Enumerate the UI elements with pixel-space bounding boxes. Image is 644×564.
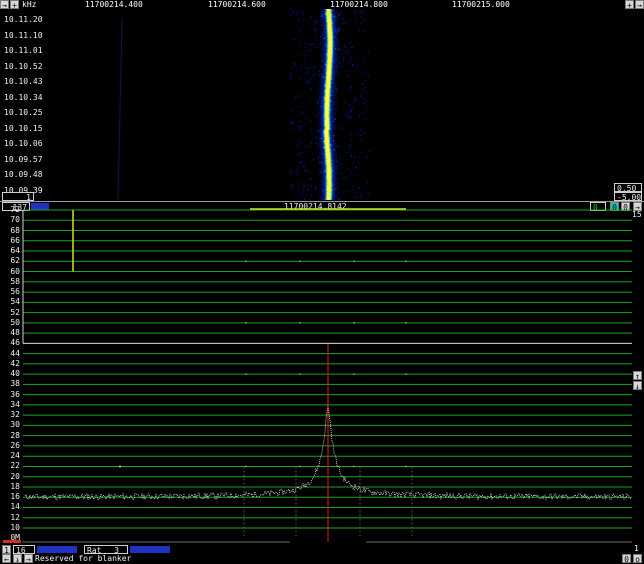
freq-tick-label: 11700214.400: [84, 0, 144, 9]
marker-dot: [405, 322, 407, 324]
bottom-left-arrow-button[interactable]: ←: [2, 554, 11, 564]
y-axis-tick-label: 66: [10, 235, 20, 245]
y-axis-tick-label: 34: [10, 399, 20, 409]
bottom-toolbar: 1 16 Rat 3 1 ← ↓ → Reserved for blanker …: [0, 544, 644, 564]
marker-dot: [245, 465, 247, 468]
y-axis-tick-label: 38: [10, 379, 20, 389]
marker-dot: [353, 260, 355, 262]
freq-tick-label: 11700214.600: [207, 0, 267, 9]
bottom-zero-button[interactable]: 0: [622, 554, 631, 564]
freq-tick-label: 11700214.800: [329, 0, 389, 9]
level-up-button[interactable]: ↑: [633, 371, 642, 381]
freq-tick-label: 11700215.000: [451, 0, 511, 9]
bottom-blue-indicator-b: [130, 546, 170, 553]
y-axis-tick-label: 46: [10, 338, 20, 348]
y-axis-tick-label: 24: [10, 451, 20, 461]
bottom-down-arrow-button[interactable]: ↓: [13, 554, 22, 564]
waterfall-time-label: 10.10.15: [4, 123, 43, 133]
y-axis-tick-label: 14: [10, 502, 20, 512]
waterfall-time-label: 10.09.57: [4, 154, 43, 164]
waterfall-time-label: 10.10.06: [4, 139, 43, 148]
y-axis-tick-label: 26: [10, 440, 20, 450]
waterfall-display[interactable]: [0, 9, 644, 200]
waterfall-left-box[interactable]: 1: [2, 192, 34, 202]
bottom-left-num-b[interactable]: 16: [13, 545, 35, 555]
y-axis-tick-label: 42: [10, 358, 20, 368]
level-down-button[interactable]: ↓: [633, 381, 642, 391]
y-axis-tick-label: 28: [10, 430, 20, 440]
waterfall-time-label: 10.11.01: [4, 46, 43, 55]
spectrum-display[interactable]: [0, 202, 644, 547]
y-axis-tick-label: 0M: [10, 533, 20, 543]
marker-dot: [405, 465, 407, 468]
bottom-right-arrow-button[interactable]: →: [24, 554, 33, 564]
y-axis-tick-label: 56: [10, 287, 20, 297]
y-axis-tick-label: 20: [10, 471, 20, 481]
waterfall-offset-value[interactable]: -5.00: [614, 192, 642, 202]
waterfall-time-label: 10.10.25: [4, 108, 43, 117]
y-axis-tick-label: 52: [10, 307, 20, 317]
bottom-left-num-a[interactable]: 1: [2, 545, 11, 555]
freq-unit-label: kHz: [21, 0, 38, 9]
zoom-plus-right-button[interactable]: +: [625, 0, 634, 10]
bottom-o-button[interactable]: o: [633, 554, 642, 564]
y-axis-tick-label: 54: [10, 297, 20, 307]
y-axis-tick-label: 58: [10, 276, 20, 286]
marker-dot: [405, 260, 407, 262]
bottom-blue-indicator-a: [37, 546, 77, 553]
y-axis-tick-label: 18: [10, 481, 20, 491]
y-axis-tick-label: 62: [10, 256, 20, 266]
y-axis-tick-label: 64: [10, 246, 20, 256]
marker-dot: [299, 260, 301, 262]
marker-dot: [245, 373, 247, 375]
y-axis-tick-label: 72: [10, 205, 20, 214]
waterfall-time-label: 10.11.10: [4, 30, 43, 40]
y-axis-tick-label: 32: [10, 410, 20, 420]
y-axis-tick-label: 40: [10, 369, 20, 379]
zoom-plus-button[interactable]: +: [10, 0, 19, 10]
scroll-right-button[interactable]: →: [635, 0, 644, 10]
marker-dot: [405, 373, 407, 375]
y-axis-tick-label: 16: [10, 492, 20, 502]
marker-dot: [353, 322, 355, 324]
marker-dot: [119, 465, 121, 468]
y-axis-tick-label: 30: [10, 420, 20, 430]
waterfall-time-label: 10.10.52: [4, 61, 43, 71]
y-axis-tick-label: 12: [10, 512, 20, 522]
mode-selector[interactable]: Rat 3: [84, 545, 128, 555]
marker-dot: [299, 322, 301, 324]
y-axis-tick-label: 68: [10, 225, 20, 235]
marker-dot: [353, 465, 355, 468]
waterfall-time-label: 10.09.48: [4, 170, 43, 179]
y-axis-tick-label: 50: [10, 317, 20, 327]
status-message: Reserved for blanker: [35, 554, 132, 563]
bottom-right-num: 1: [634, 544, 639, 553]
waterfall-speed-value[interactable]: 0.50: [614, 183, 642, 193]
marker-dot: [353, 373, 355, 375]
marker-dot: [245, 260, 247, 262]
y-axis-tick-label: 22: [10, 461, 20, 471]
marker-dot: [299, 465, 301, 468]
y-axis-tick-label: 10: [10, 523, 20, 532]
y-axis-tick-label: 48: [10, 328, 20, 338]
y-axis-tick-label: 70: [10, 215, 20, 225]
y-axis-tick-label: 60: [10, 266, 20, 276]
y-axis-tick-label: 44: [10, 348, 20, 358]
marker-dot: [299, 373, 301, 375]
waterfall-time-label: 10.11.20: [4, 15, 43, 24]
waterfall-time-label: 10.10.43: [4, 77, 43, 86]
scroll-left-button[interactable]: →: [0, 0, 9, 10]
y-axis-tick-label: 36: [10, 389, 20, 399]
waterfall-time-label: 10.10.34: [4, 92, 43, 102]
marker-dot: [245, 322, 247, 324]
